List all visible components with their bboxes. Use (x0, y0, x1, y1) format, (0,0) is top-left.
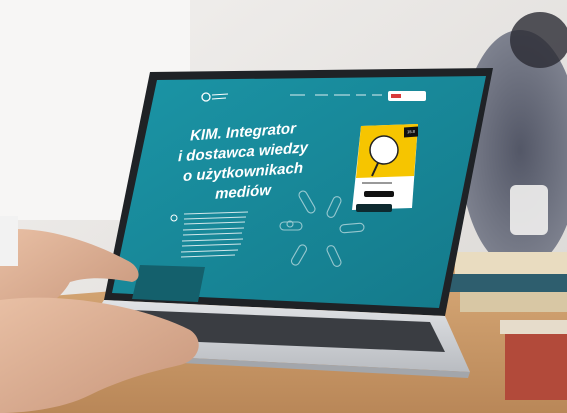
book-stack-right-top (500, 320, 567, 334)
book-middle (445, 274, 567, 292)
card-illustration (369, 135, 399, 165)
card-button (364, 191, 394, 197)
screen-cta-button (356, 204, 392, 212)
card-line (362, 182, 392, 184)
sleeve (0, 216, 18, 266)
card-badge: 15.8 (404, 126, 418, 138)
blurred-cup (510, 185, 548, 235)
book-top (455, 252, 567, 274)
book-bottom (460, 292, 567, 312)
photo-scene (0, 0, 567, 413)
screen-headline: KIM. Integrator i dostawca wiedzy o użyt… (168, 118, 318, 208)
credit-card (132, 265, 205, 302)
site-header-button-accent (391, 94, 401, 98)
book-stack-right (505, 330, 567, 400)
